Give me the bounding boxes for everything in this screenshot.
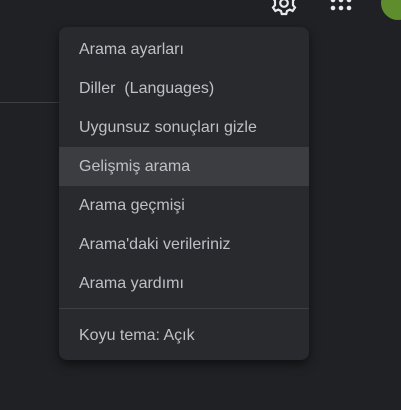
gear-icon[interactable]: [270, 0, 298, 16]
menu-item-languages[interactable]: Diller (Languages): [59, 69, 309, 108]
avatar[interactable]: [381, 0, 401, 20]
menu-item-your-data-in-search[interactable]: Arama'daki verileriniz: [59, 225, 309, 264]
header-divider: [0, 102, 60, 103]
menu-item-search-settings[interactable]: Arama ayarları: [59, 30, 309, 69]
page: Arama ayarları Diller (Languages) Uyguns…: [0, 0, 401, 410]
menu-divider: [59, 308, 309, 309]
menu-item-search-help[interactable]: Arama yardımı: [59, 264, 309, 303]
menu-item-hide-explicit-results[interactable]: Uygunsuz sonuçları gizle: [59, 108, 309, 147]
menu-item-search-history[interactable]: Arama geçmişi: [59, 186, 309, 225]
menu-item-dark-theme[interactable]: Koyu tema: Açık: [59, 316, 309, 355]
settings-menu: Arama ayarları Diller (Languages) Uyguns…: [59, 27, 309, 360]
menu-item-advanced-search[interactable]: Gelişmiş arama: [59, 147, 309, 186]
apps-grid-icon[interactable]: [329, 0, 353, 14]
